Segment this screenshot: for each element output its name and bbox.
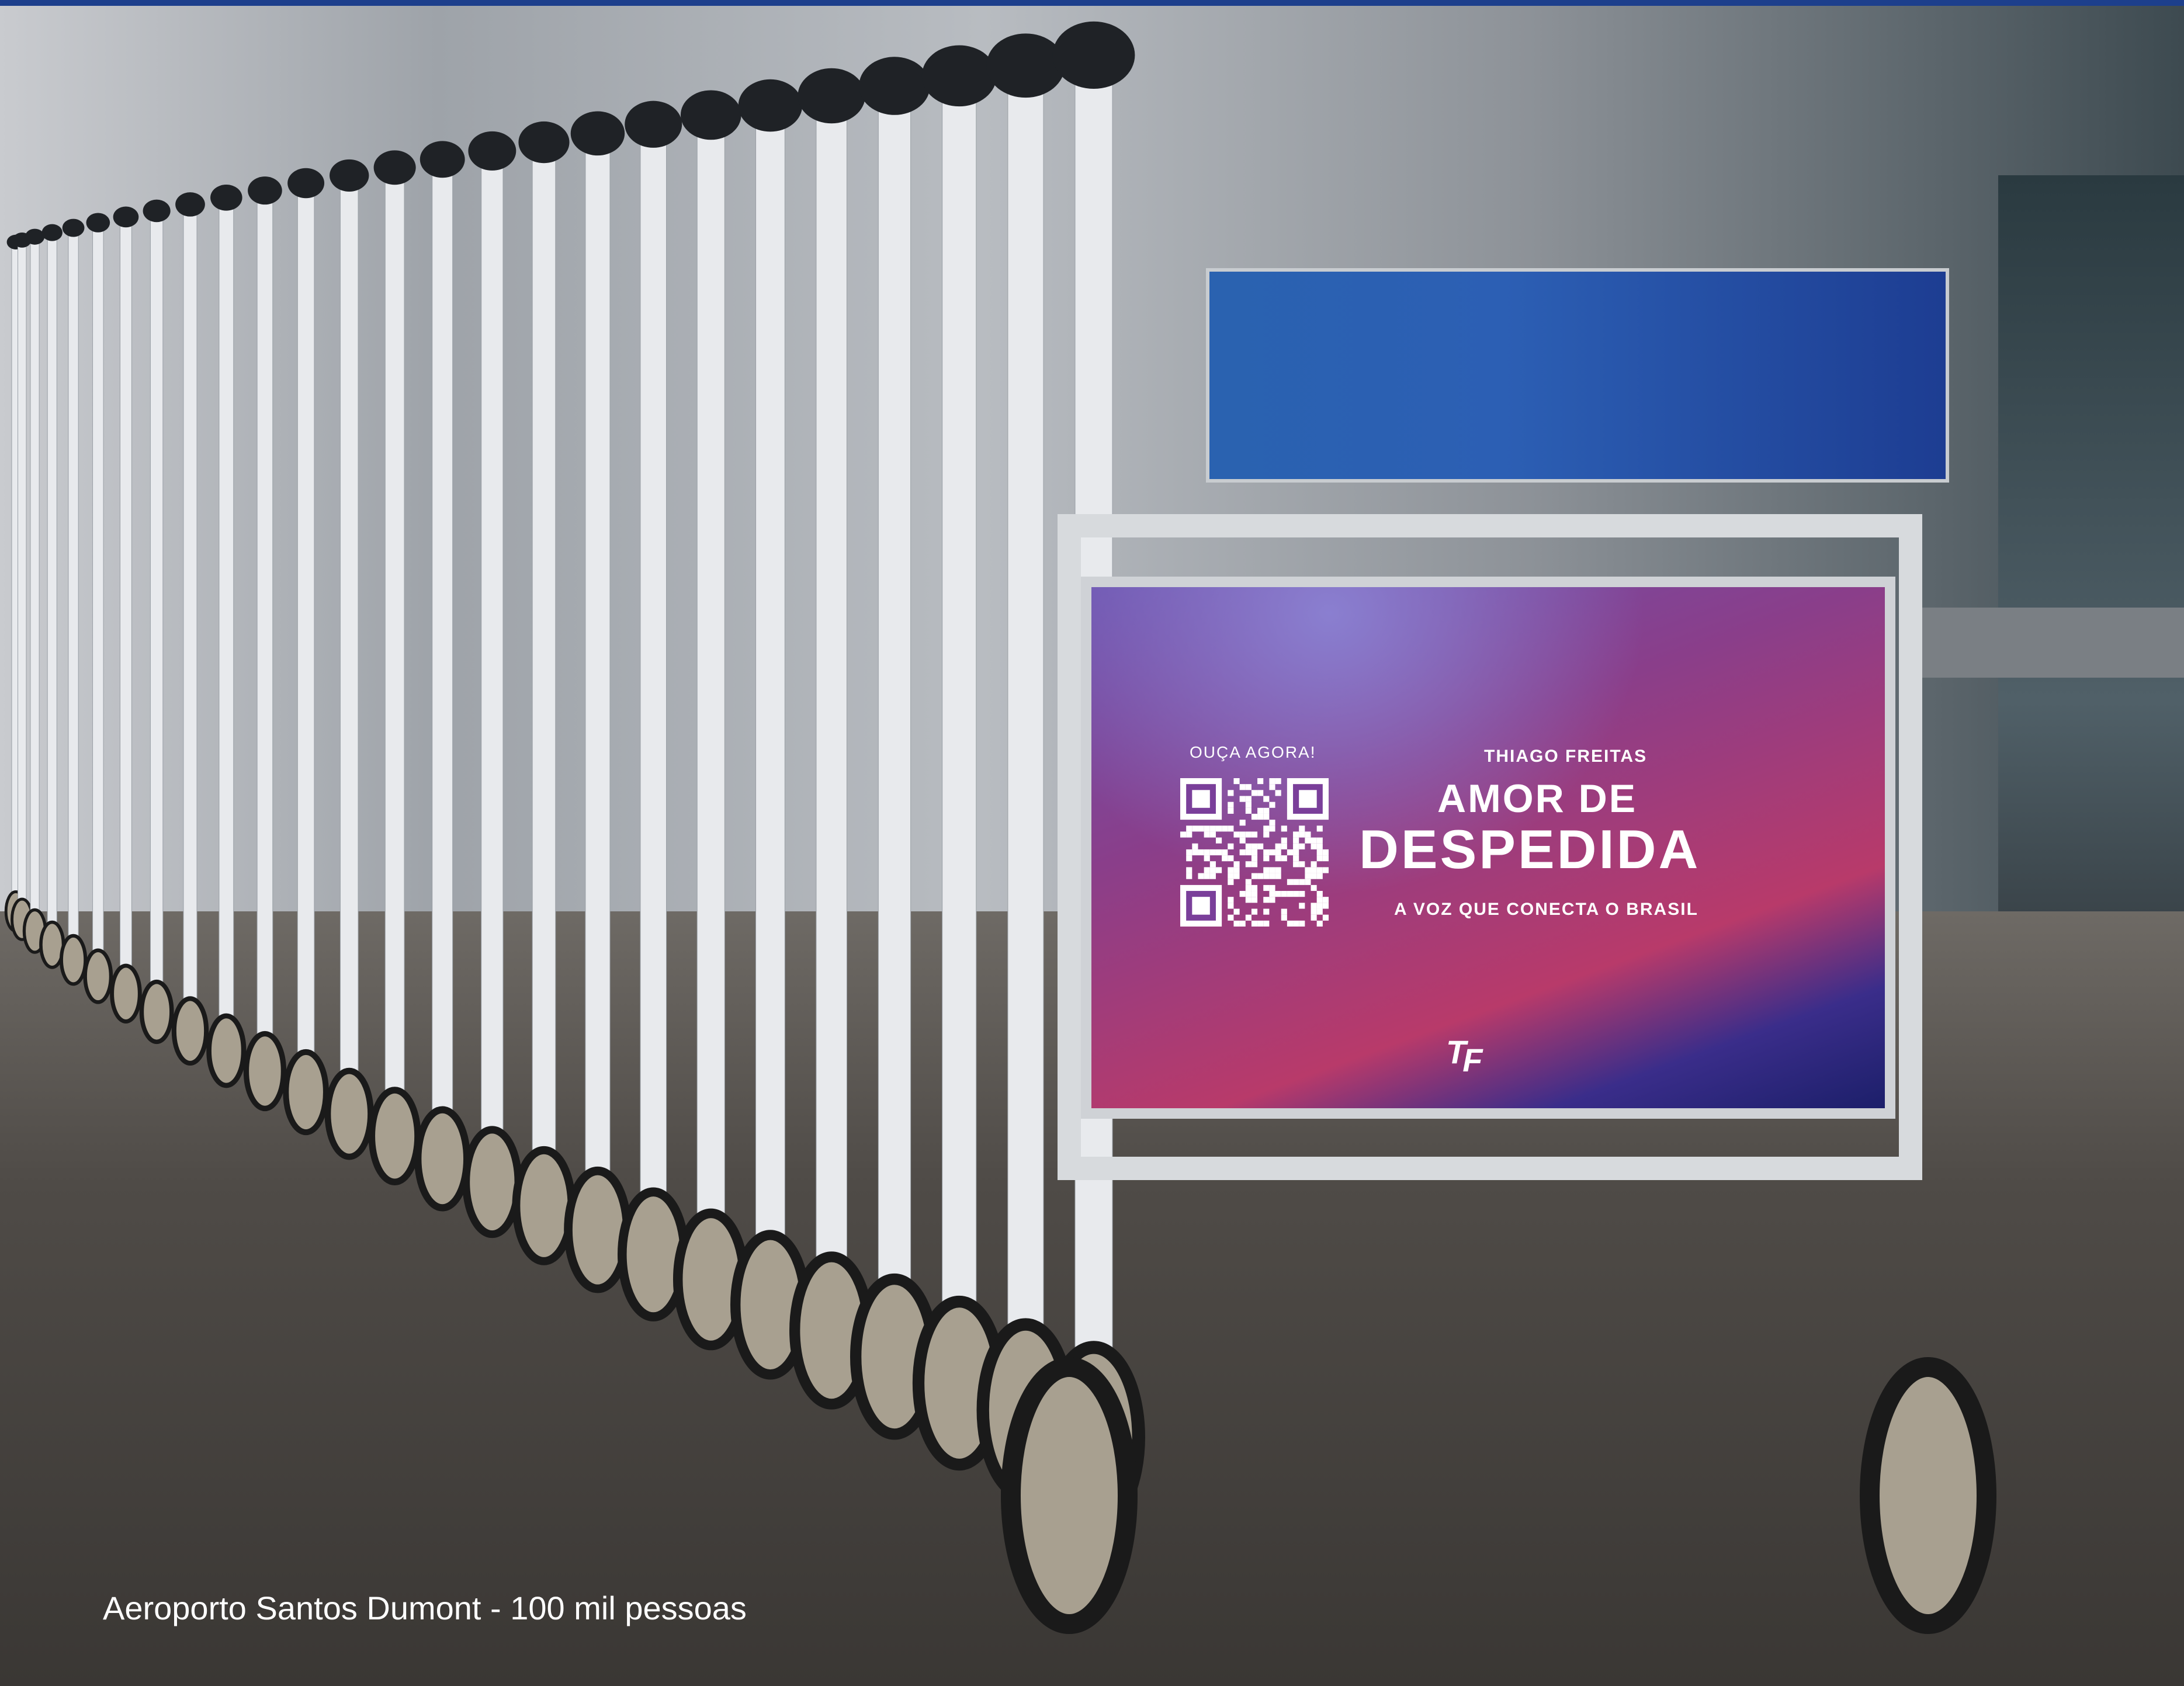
cart-handle-grip — [986, 33, 1065, 98]
cart-handle-grip — [175, 192, 205, 217]
location-caption: Aeroporto Santos Dumont - 100 mil pessoa… — [103, 1590, 747, 1626]
cart-wheel — [512, 1146, 576, 1265]
cart-handle-pole — [942, 89, 977, 1384]
cart-handle-grip — [921, 45, 997, 107]
cart-handle-pole — [150, 216, 164, 1012]
cart-handle-pole — [585, 143, 611, 1230]
cart-handle-grip — [25, 228, 45, 245]
cart-handle-pole — [47, 236, 57, 945]
cart-handle-grip — [468, 131, 516, 171]
cart-handle-grip — [113, 206, 139, 228]
song-title-line2: DESPEDIDA — [1359, 818, 1701, 880]
tf-logo-icon: TF — [1446, 1033, 1482, 1078]
cart-handle-pole — [120, 221, 132, 994]
cart-handle-grip — [570, 111, 625, 156]
cart-wheel — [414, 1106, 471, 1212]
cart-handle-pole — [219, 203, 234, 1051]
cart-handle-pole — [30, 240, 40, 932]
cart-handle-pole — [481, 159, 504, 1182]
cart-top-panel — [1209, 272, 1946, 479]
artist-name: THIAGO FREITAS — [1484, 747, 1648, 766]
cart-handle-pole — [878, 98, 911, 1357]
cart-handle-grip — [420, 141, 465, 178]
cart-handle-grip — [210, 184, 242, 211]
cart-handle-pole — [256, 196, 273, 1071]
cart-handle-grip — [287, 168, 325, 199]
cart-handle-grip — [330, 159, 369, 192]
cart-handle-pole — [183, 209, 197, 1032]
cart-wheel — [59, 934, 88, 986]
cart-handle-grip — [41, 224, 63, 241]
front-cart-wheel — [1860, 1357, 1996, 1634]
cart-wheel — [368, 1087, 421, 1185]
cart-wheel — [171, 996, 209, 1066]
cart-wheel — [83, 948, 113, 1004]
cart-handle-pole — [755, 116, 785, 1305]
cart-handle-pole — [68, 231, 79, 960]
cart-wheel — [206, 1013, 247, 1088]
cart-handle-pole — [18, 243, 27, 920]
qr-code-icon[interactable] — [1180, 778, 1329, 927]
photo-scene: OUÇA AGORA! THIAGO FREITAS AMOR DE DESPE… — [0, 0, 2184, 1686]
cart-handle-grip — [518, 121, 570, 164]
cart-handle-grip — [680, 90, 741, 140]
cart-handle-pole — [339, 182, 359, 1115]
cart-handle-pole — [297, 189, 315, 1093]
cart-wheel — [243, 1031, 287, 1112]
qr-label: OUÇA AGORA! — [1190, 743, 1316, 761]
logo-letter-f: F — [1462, 1042, 1483, 1078]
cart-handle-pole — [816, 107, 847, 1331]
cart-handle-grip — [248, 176, 282, 205]
cart-wheel — [110, 963, 142, 1024]
song-title-line1: AMOR DE — [1437, 776, 1638, 821]
cart-handle-grip — [738, 79, 803, 132]
cart-handle-pole — [1007, 79, 1044, 1410]
cart-handle-pole — [432, 167, 453, 1160]
tagline: A VOZ QUE CONECTA O BRASIL — [1394, 900, 1698, 919]
cart-handle-grip — [62, 218, 85, 237]
front-cart-wheel — [1001, 1357, 1138, 1634]
cart-wheel — [564, 1166, 632, 1293]
cart-handle-grip — [143, 199, 171, 223]
cart-wheel — [462, 1126, 522, 1239]
cart-wheel — [139, 979, 174, 1045]
cart-handle-grip — [86, 213, 110, 233]
cart-handle-pole — [384, 175, 405, 1137]
cart-handle-pole — [532, 151, 556, 1206]
cart-wheel — [324, 1067, 374, 1160]
cart-handle-pole — [696, 126, 725, 1280]
cart-handle-grip — [625, 100, 682, 148]
cart-handle-grip — [373, 150, 416, 185]
cart-handle-grip — [859, 57, 930, 115]
cart-handle-pole — [640, 134, 667, 1255]
cart-handle-pole — [92, 226, 104, 977]
cart-handle-grip — [1052, 21, 1135, 89]
cart-handle-grip — [798, 68, 865, 124]
cart-wheel — [283, 1049, 329, 1136]
